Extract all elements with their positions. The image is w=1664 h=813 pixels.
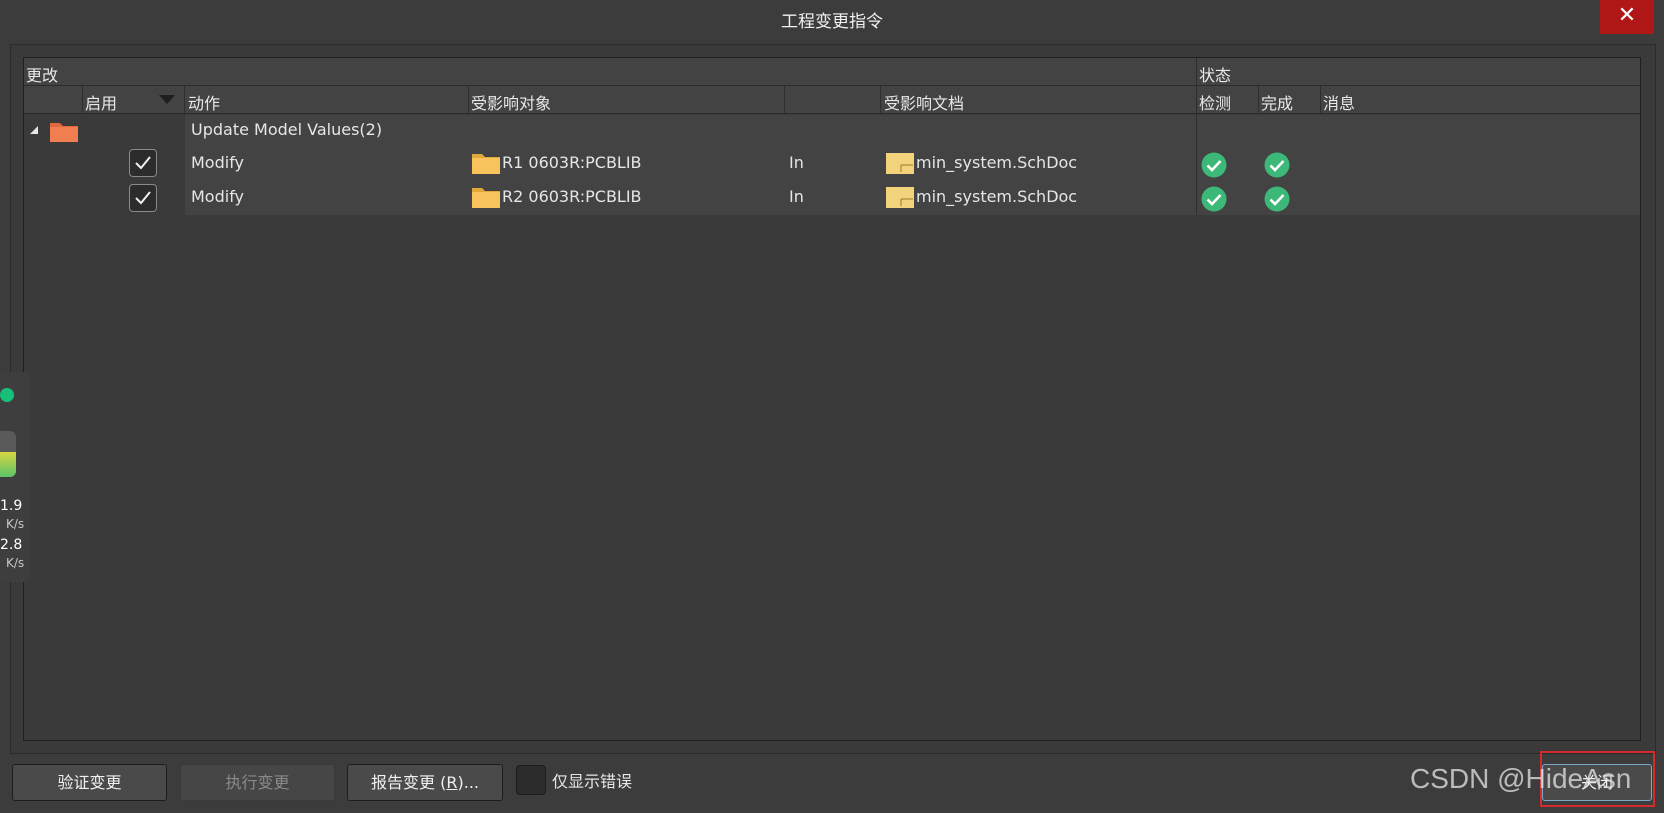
window-close-button[interactable]: ✕: [1600, 0, 1654, 34]
done-ok-icon: [1264, 152, 1290, 178]
column-done[interactable]: 完成: [1261, 90, 1293, 114]
column-action[interactable]: 动作: [188, 90, 220, 114]
report-label-prefix: 报告变更 (: [371, 773, 447, 792]
document-icon: [886, 187, 914, 208]
watermark: CSDN @HideAsn: [1410, 763, 1632, 794]
folder-icon: [50, 123, 78, 142]
column-enable[interactable]: 启用: [85, 90, 117, 114]
group-label: Update Model Values(2): [191, 120, 383, 139]
document-icon: [886, 153, 914, 174]
check-ok-icon: [1201, 152, 1227, 178]
report-changes-button[interactable]: 报告变更 (R)...: [347, 764, 503, 801]
group-header-row: 更改 状态: [24, 58, 1640, 86]
only-show-errors-checkbox[interactable]: [516, 765, 546, 795]
level-bar-fill: [0, 451, 16, 477]
column-message[interactable]: 消息: [1323, 90, 1355, 114]
row-affected-document: min_system.SchDoc: [916, 187, 1078, 206]
row-direction: In: [789, 153, 804, 172]
row-enable-checkbox[interactable]: [129, 149, 157, 177]
validate-changes-button[interactable]: 验证变更: [12, 764, 167, 801]
download-speed-value: 2.8: [0, 537, 23, 553]
level-bar: [0, 431, 16, 477]
window-title: 工程变更指令: [781, 12, 883, 32]
download-speed-unit: K/s: [6, 556, 25, 570]
column-affected-document[interactable]: 受影响文档: [884, 90, 964, 114]
header-changes: 更改: [26, 66, 59, 85]
column-check[interactable]: 检测: [1199, 90, 1231, 114]
status-dot-icon: [0, 388, 14, 402]
sort-down-icon[interactable]: [159, 95, 175, 104]
row-action: Modify: [191, 187, 245, 206]
upload-speed-unit: K/s: [6, 517, 25, 531]
upload-speed-value: 1.9: [0, 498, 23, 514]
row-action: Modify: [191, 153, 245, 172]
column-header-row: 启用 动作 受影响对象 受影响文档 检测 完成 消息: [24, 86, 1640, 114]
folder-icon: [472, 154, 500, 174]
status-column-divider: [1196, 115, 1197, 215]
collapse-triangle-icon[interactable]: [30, 126, 38, 134]
only-show-errors-label: 仅显示错误: [552, 772, 633, 791]
execute-changes-button[interactable]: 执行变更: [180, 764, 335, 801]
check-ok-icon: [1201, 186, 1227, 212]
row-direction: In: [789, 187, 804, 206]
report-shortcut-key: R: [446, 773, 458, 792]
report-label-suffix: )...: [457, 773, 479, 792]
done-ok-icon: [1264, 186, 1290, 212]
header-status: 状态: [1199, 66, 1232, 85]
row-affected-object: R2 0603R:PCBLIB: [502, 187, 642, 206]
column-affected-object[interactable]: 受影响对象: [471, 90, 551, 114]
row-affected-document: min_system.SchDoc: [916, 153, 1078, 172]
row-enable-checkbox[interactable]: [129, 184, 157, 212]
row-affected-object: R1 0603R:PCBLIB: [502, 153, 642, 172]
folder-icon: [472, 188, 500, 208]
